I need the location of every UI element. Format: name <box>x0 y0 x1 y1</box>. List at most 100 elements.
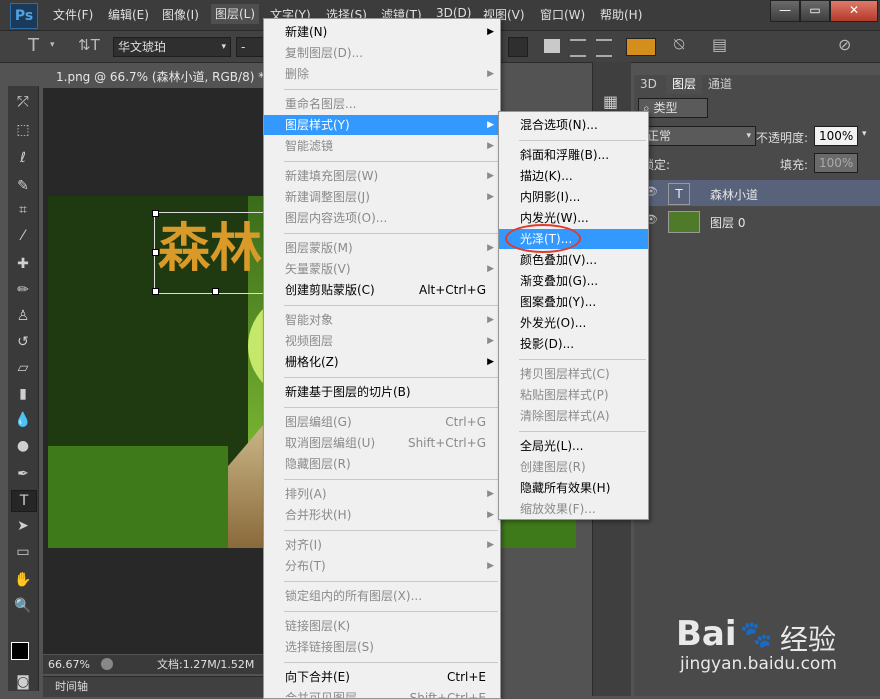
menu-item[interactable]: 新建填充图层(W) ▶ <box>264 166 500 186</box>
zoom-level[interactable]: 66.67% <box>48 655 90 674</box>
quick-mask-icon[interactable]: ◙ <box>11 672 35 692</box>
menu-item[interactable]: 分布(T) ▶ <box>264 556 500 576</box>
menu-item[interactable]: 矢量蒙版(V) ▶ <box>264 259 500 279</box>
chevron-down-icon[interactable]: ▾ <box>50 40 55 50</box>
character-panel-icon[interactable]: ▤ <box>712 35 727 54</box>
menu-item[interactable]: 删除 ▶ <box>264 64 500 84</box>
eyedropper-tool-icon[interactable]: ⁄ <box>11 226 35 246</box>
pen-tool-icon[interactable]: ✒ <box>11 464 35 484</box>
gradient-tool-icon[interactable]: ▮ <box>11 384 35 404</box>
opacity-input[interactable]: 100% <box>814 126 858 146</box>
fill-input[interactable]: 100% <box>814 153 858 173</box>
menu-item[interactable]: 取消图层编组(U) Shift+Ctrl+G <box>264 433 500 453</box>
marquee-tool-icon[interactable]: ⬚ <box>11 120 35 140</box>
menu-item[interactable]: 锁定组内的所有图层(X)... <box>264 586 500 606</box>
menu-item[interactable]: 全局光(L)... <box>499 436 648 456</box>
foreground-color-swatch[interactable] <box>11 642 29 660</box>
menu-item[interactable]: 隐藏图层(R) <box>264 454 500 474</box>
menu-item[interactable]: 向下合并(E) Ctrl+E <box>264 667 500 687</box>
type-tool-icon[interactable]: T <box>28 35 39 56</box>
rectangle-tool-icon[interactable]: ▭ <box>11 542 35 562</box>
timeline-label[interactable]: 时间轴 <box>55 677 88 697</box>
chevron-down-icon[interactable]: ▾ <box>862 129 867 139</box>
quick-select-tool-icon[interactable]: ✎ <box>11 176 35 196</box>
menu-item[interactable]: 重命名图层... <box>264 94 500 114</box>
menu-image[interactable]: 图像(I) <box>162 6 199 23</box>
menu-item[interactable]: 创建剪贴蒙版(C) Alt+Ctrl+G <box>264 280 500 300</box>
menu-item[interactable]: 内发光(W)... <box>499 208 648 228</box>
type-tool-icon[interactable]: T <box>11 490 37 512</box>
stamp-tool-icon[interactable]: ♙ <box>11 306 35 326</box>
align-right-icon[interactable] <box>596 39 612 57</box>
menu-edit[interactable]: 编辑(E) <box>108 6 149 23</box>
menu-window[interactable]: 窗口(W) <box>540 6 585 23</box>
menu-item[interactable]: 隐藏所有效果(H) <box>499 478 648 498</box>
menu-item[interactable]: 栅格化(Z) ▶ <box>264 352 500 372</box>
menu-item[interactable]: 拷贝图层样式(C) <box>499 364 648 384</box>
layer-name[interactable]: 森林小道 <box>710 186 758 203</box>
menu-item[interactable]: 创建图层(R) <box>499 457 648 477</box>
menu-help[interactable]: 帮助(H) <box>600 6 642 23</box>
document-size[interactable]: 文档:1.27M/1.52M <box>157 655 254 674</box>
layer-name[interactable]: 图层 0 <box>710 214 745 231</box>
crop-tool-icon[interactable]: ⌗ <box>11 200 35 220</box>
blend-mode-select[interactable]: 正常 ▾ <box>642 126 756 146</box>
menu-item[interactable]: 选择链接图层(S) <box>264 637 500 657</box>
menu-item[interactable]: 智能滤镜 ▶ <box>264 136 500 156</box>
text-color-swatch[interactable] <box>626 38 656 56</box>
menu-item[interactable]: 图案叠加(Y)... <box>499 292 648 312</box>
resize-handle[interactable] <box>152 210 159 217</box>
menu-item[interactable]: 新建基于图层的切片(B) <box>264 382 500 402</box>
healing-brush-icon[interactable]: ✚ <box>11 254 35 274</box>
menu-layer[interactable]: 图层(L) <box>211 4 260 24</box>
history-brush-icon[interactable]: ↺ <box>11 332 35 352</box>
resize-handle[interactable] <box>152 288 159 295</box>
menu-item[interactable]: 外发光(O)... <box>499 313 648 333</box>
menu-item[interactable]: 内阴影(I)... <box>499 187 648 207</box>
menu-item[interactable]: 合并可见图层 Shift+Ctrl+E <box>264 688 500 698</box>
menu-item[interactable]: 新建调整图层(J) ▶ <box>264 187 500 207</box>
blur-tool-icon[interactable]: 💧 <box>11 410 35 430</box>
warp-text-icon[interactable]: ⍉ <box>674 35 684 55</box>
hand-tool-icon[interactable]: ✋ <box>11 570 35 590</box>
zoom-tool-icon[interactable]: 🔍 <box>11 596 35 616</box>
font-family-select[interactable]: 华文琥珀 ▾ <box>113 37 231 57</box>
layer-row[interactable]: 👁 图层 0 <box>634 208 880 234</box>
tab-channels[interactable]: 通道 <box>702 75 738 94</box>
menu-item[interactable]: 描边(K)... <box>499 166 648 186</box>
path-select-tool-icon[interactable]: ➤ <box>11 516 35 536</box>
menu-item[interactable]: 斜面和浮雕(B)... <box>499 145 648 165</box>
menu-item[interactable]: 排列(A) ▶ <box>264 484 500 504</box>
resize-handle[interactable] <box>212 288 219 295</box>
menu-item[interactable]: 图层样式(Y) ▶ <box>264 115 500 135</box>
dodge-tool-icon[interactable]: ● <box>11 436 35 456</box>
menu-item[interactable]: 图层蒙版(M) ▶ <box>264 238 500 258</box>
menu-file[interactable]: 文件(F) <box>53 6 93 23</box>
menu-item[interactable]: 链接图层(K) <box>264 616 500 636</box>
maximize-button[interactable]: ▭ <box>800 0 830 22</box>
toggle-orientation-icon[interactable]: ⇅T <box>78 36 100 54</box>
font-style-select[interactable]: - <box>236 37 266 57</box>
tab-layers[interactable]: 图层 <box>666 75 703 94</box>
cancel-icon[interactable]: ⊘ <box>838 35 851 54</box>
menu-item[interactable]: 缩放效果(F)... <box>499 499 648 519</box>
menu-item[interactable]: 图层编组(G) Ctrl+G <box>264 412 500 432</box>
menu-item[interactable]: 颜色叠加(V)... <box>499 250 648 270</box>
anti-alias-select[interactable] <box>508 37 528 57</box>
menu-item[interactable]: 投影(D)... <box>499 334 648 354</box>
align-left-icon[interactable] <box>544 39 560 53</box>
menu-item[interactable]: 对齐(I) ▶ <box>264 535 500 555</box>
menu-item[interactable]: 新建(N) ▶ <box>264 22 500 42</box>
menu-item[interactable]: 合并形状(H) ▶ <box>264 505 500 525</box>
menu-item[interactable]: 粘贴图层样式(P) <box>499 385 648 405</box>
tab-3d[interactable]: 3D <box>634 75 663 94</box>
menu-item[interactable]: 渐变叠加(G)... <box>499 271 648 291</box>
menu-item[interactable]: 视频图层 ▶ <box>264 331 500 351</box>
align-center-icon[interactable] <box>570 39 586 57</box>
move-tool-icon[interactable]: ⤱ <box>11 92 35 112</box>
menu-item[interactable]: 智能对象 ▶ <box>264 310 500 330</box>
document-tab[interactable]: 1.png @ 66.7% (森林小道, RGB/8) * <box>48 67 276 87</box>
eraser-tool-icon[interactable]: ▱ <box>11 358 35 378</box>
lasso-tool-icon[interactable]: ℓ <box>11 148 35 168</box>
resize-handle[interactable] <box>152 249 159 256</box>
